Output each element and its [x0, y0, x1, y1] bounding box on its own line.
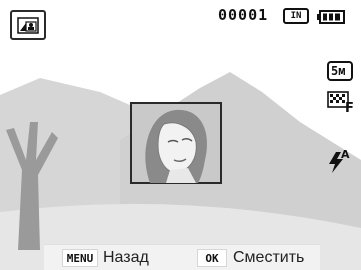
photo-size-label: 5м	[331, 64, 346, 78]
scene-mode-icon[interactable]	[10, 10, 46, 40]
back-label: Назад	[103, 249, 149, 266]
viewfinder-scene	[0, 72, 361, 270]
image-quality-fine-icon[interactable]: F	[327, 90, 355, 116]
move-label: Сместить	[233, 249, 305, 266]
flash-mode-label: A	[341, 148, 350, 161]
shot-counter: 00001	[218, 6, 269, 24]
internal-memory-icon: IN	[283, 8, 309, 24]
menu-key[interactable]: MENU	[62, 249, 98, 267]
photo-preview-frame	[130, 102, 222, 184]
flash-auto-icon[interactable]: A	[327, 148, 355, 176]
battery-full-icon	[317, 9, 345, 24]
quality-label: F	[345, 101, 354, 116]
camera-live-view: 00001 IN 5м F A MENU Назад OK Сместить	[0, 0, 361, 270]
bottom-hint-bar: MENU Назад OK Сместить	[44, 244, 320, 270]
photo-size-5m-icon[interactable]: 5м	[327, 61, 353, 81]
ok-key[interactable]: OK	[197, 249, 227, 267]
